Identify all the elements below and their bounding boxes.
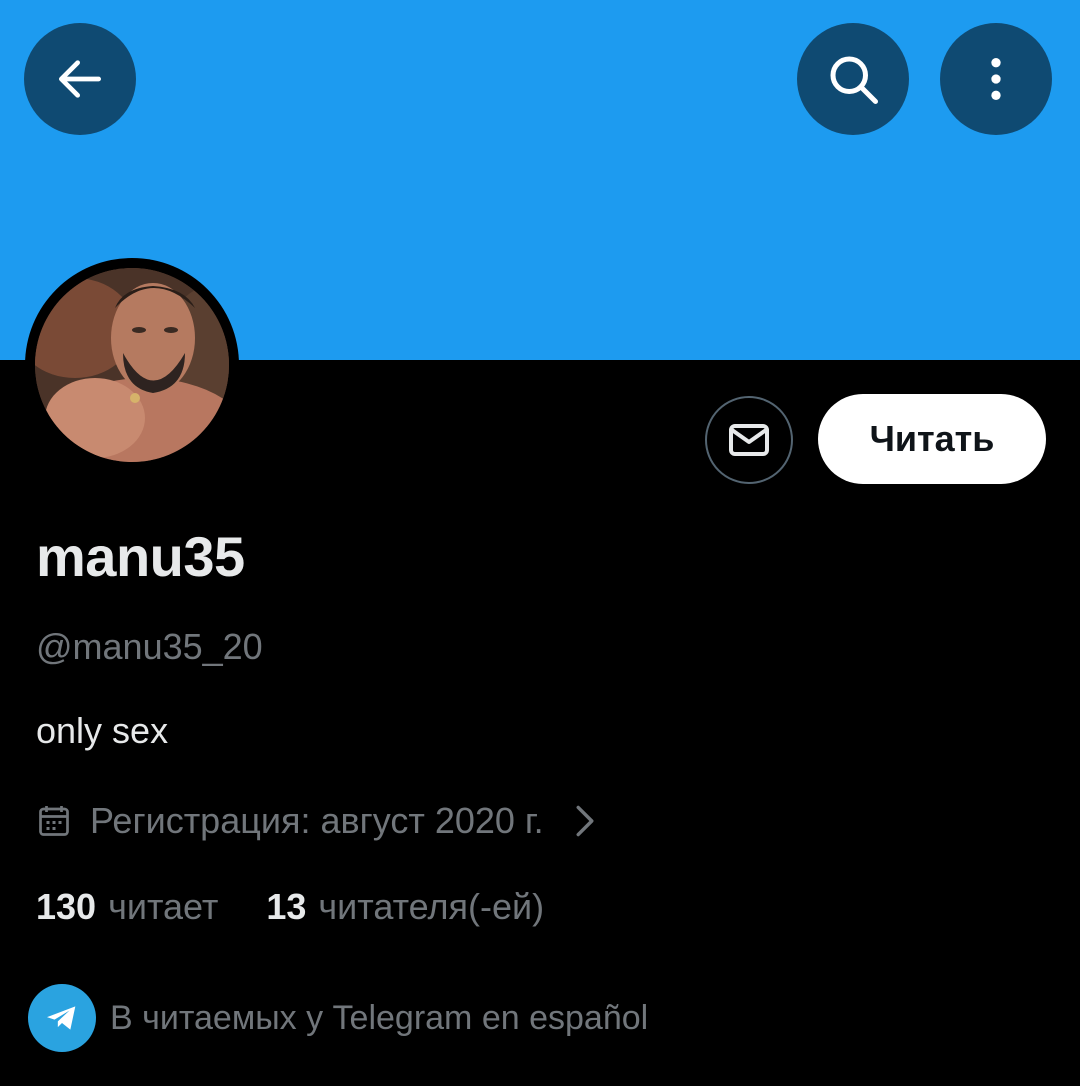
search-button[interactable] xyxy=(797,23,909,135)
following-link[interactable]: 130 читает xyxy=(36,886,218,928)
followers-count: 13 xyxy=(266,886,307,927)
following-label: читает xyxy=(108,886,219,927)
profile-bio: only sex xyxy=(36,710,169,751)
more-vertical-icon xyxy=(991,58,1001,100)
search-icon xyxy=(830,56,878,104)
followed-by-text: В читаемых у Telegram en español xyxy=(110,998,649,1037)
followers-link[interactable]: 13 читателя(-ей) xyxy=(266,886,544,928)
avatar-photo xyxy=(35,268,229,462)
followers-label: читателя(-ей) xyxy=(318,886,545,927)
calendar-icon xyxy=(39,806,69,836)
profile-stats: 130 читает 13 читателя(-ей) xyxy=(36,886,544,928)
envelope-icon xyxy=(729,424,769,456)
joined-date-text: Регистрация: август 2020 г. xyxy=(90,800,544,841)
joined-date-row[interactable]: Регистрация: август 2020 г. xyxy=(36,796,596,846)
follow-button[interactable]: Читать xyxy=(818,394,1046,484)
avatar[interactable] xyxy=(35,268,229,462)
chevron-right-icon xyxy=(574,804,596,838)
back-button[interactable] xyxy=(24,23,136,135)
following-count: 130 xyxy=(36,886,97,927)
more-options-button[interactable] xyxy=(940,23,1052,135)
arrow-left-icon xyxy=(59,60,101,98)
message-button[interactable] xyxy=(705,396,793,484)
display-name: manu35 xyxy=(36,525,245,588)
user-handle: @manu35_20 xyxy=(36,626,263,667)
telegram-icon xyxy=(28,984,96,1052)
followed-by-row[interactable]: В читаемых у Telegram en español xyxy=(28,984,648,1052)
